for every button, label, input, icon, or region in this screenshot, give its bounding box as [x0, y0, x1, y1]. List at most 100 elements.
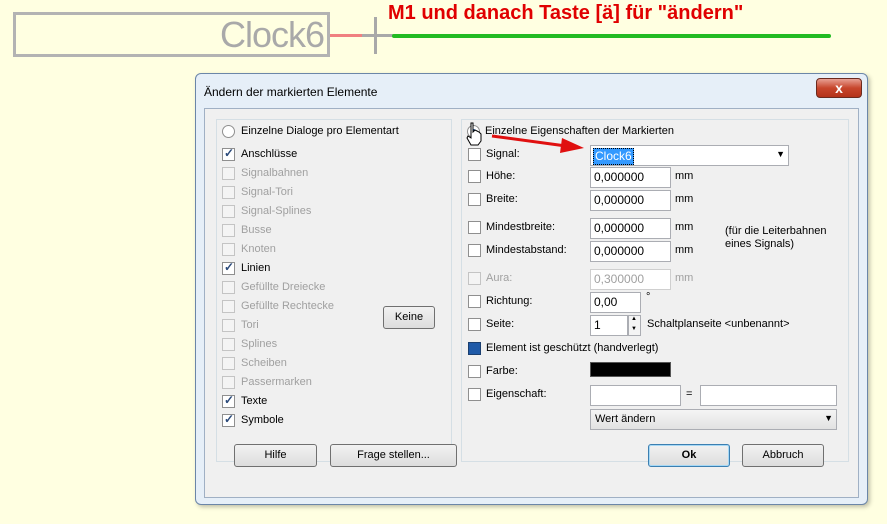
signal-combo[interactable]: Clock6 ▼	[590, 145, 789, 166]
signal-wire[interactable]	[392, 34, 831, 38]
element-type-label: Passermarken	[241, 376, 312, 388]
seite-checkbox[interactable]	[468, 318, 481, 331]
close-button[interactable]: x	[816, 78, 862, 98]
element-type-label: Busse	[241, 224, 272, 236]
mindestabstand-input[interactable]: 0,000000	[590, 241, 671, 262]
mindestbreite-input[interactable]: 0,000000	[590, 218, 671, 239]
properties-panel: Einzelne Eigenschaften der Markierten Si…	[461, 119, 849, 462]
pin-cross-vertical	[374, 17, 377, 54]
element-type-checkbox[interactable]	[222, 338, 235, 351]
eigenschaft-checkbox[interactable]	[468, 388, 481, 401]
spin-up-icon[interactable]: ▲	[631, 316, 637, 322]
breite-unit: mm	[675, 193, 694, 205]
farbe-swatch[interactable]	[590, 362, 671, 377]
element-type-checkbox[interactable]	[222, 224, 235, 237]
element-type-label: Signal-Tori	[241, 186, 293, 198]
element-type-label: Gefüllte Rechtecke	[241, 300, 334, 312]
trace-hint-line1: (für die Leiterbahnen	[725, 225, 827, 237]
mindestabstand-unit: mm	[675, 244, 694, 256]
signal-combo-value: Clock6	[593, 148, 634, 165]
frage-stellen-button[interactable]: Frage stellen...	[330, 444, 457, 467]
hilfe-button[interactable]: Hilfe	[234, 444, 317, 467]
element-type-checkbox[interactable]	[222, 205, 235, 218]
eigenschaft-name-input[interactable]	[590, 385, 681, 406]
richtung-input[interactable]: 0,00	[590, 292, 641, 313]
seite-spinner[interactable]: ▲ ▼	[628, 315, 641, 336]
mindestbreite-label: Mindestbreite:	[486, 221, 556, 233]
element-type-label: Signalbahnen	[241, 167, 309, 179]
mode-left-radio[interactable]	[222, 125, 235, 138]
element-type-label: Knoten	[241, 243, 276, 255]
component-label: Clock6	[220, 14, 325, 55]
element-type-checkbox[interactable]	[222, 412, 235, 427]
eigenschaft-label: Eigenschaft:	[486, 388, 547, 400]
element-type-label: Scheiben	[241, 357, 287, 369]
aura-checkbox[interactable]	[468, 272, 481, 285]
dialog-client: Einzelne Dialoge pro Elementart Anschlüs…	[204, 108, 859, 498]
element-type-checkbox[interactable]	[222, 300, 235, 313]
richtung-label: Richtung:	[486, 295, 533, 307]
element-type-checkbox[interactable]	[222, 393, 235, 408]
signal-label: Signal:	[486, 148, 520, 160]
equals-sign: =	[686, 388, 693, 400]
ok-button-label: Ok	[681, 449, 697, 461]
breite-label: Breite:	[486, 193, 518, 205]
ok-button[interactable]: Ok	[648, 444, 730, 467]
seite-label: Seite:	[486, 318, 515, 330]
mindestabstand-label: Mindestabstand:	[486, 244, 567, 256]
signal-checkbox[interactable]	[468, 148, 481, 161]
element-type-checkbox[interactable]	[222, 167, 235, 180]
hoehe-checkbox[interactable]	[468, 170, 481, 183]
instruction-annotation: M1 und danach Taste [ä] für "ändern"	[388, 2, 744, 24]
hoehe-input[interactable]: 0,000000	[590, 167, 671, 188]
geschuetzt-checkbox[interactable]	[468, 342, 481, 355]
element-type-checkbox[interactable]	[222, 281, 235, 294]
degree-symbol: °	[646, 291, 651, 303]
mindestbreite-checkbox[interactable]	[468, 221, 481, 234]
farbe-label: Farbe:	[486, 365, 518, 377]
hoehe-label: Höhe:	[486, 170, 516, 182]
element-type-checkbox[interactable]	[222, 357, 235, 370]
farbe-checkbox[interactable]	[468, 365, 481, 378]
element-type-checkbox[interactable]	[222, 319, 235, 332]
dialog-titlebar[interactable]: Ändern der markierten Elemente x	[196, 74, 867, 108]
element-type-checkbox[interactable]	[222, 186, 235, 199]
element-type-label: Linien	[241, 262, 271, 274]
mindestabstand-checkbox[interactable]	[468, 244, 481, 257]
element-type-label: Gefüllte Dreiecke	[241, 281, 326, 293]
element-type-label: Splines	[241, 338, 278, 350]
spin-down-icon[interactable]: ▼	[631, 326, 637, 332]
dialog-title: Ändern der markierten Elemente	[204, 85, 378, 99]
element-type-checkbox[interactable]	[222, 260, 235, 275]
keine-button[interactable]: Keine	[383, 306, 435, 329]
aura-label: Aura:	[486, 272, 513, 284]
element-type-panel: Einzelne Dialoge pro Elementart Anschlüs…	[216, 119, 452, 462]
seite-hint: Schaltplanseite <unbenannt>	[647, 318, 790, 330]
trace-hint-line2: eines Signals)	[725, 238, 795, 250]
element-type-checkbox[interactable]	[222, 243, 235, 256]
element-type-label: Anschlüsse	[241, 148, 298, 160]
abbruch-button-label: Abbruch	[762, 449, 804, 461]
aura-unit: mm	[675, 272, 694, 284]
hilfe-button-label: Hilfe	[264, 449, 287, 461]
element-type-label: Signal-Splines	[241, 205, 312, 217]
hoehe-unit: mm	[675, 170, 694, 182]
wert-aendern-value: Wert ändern	[595, 413, 656, 425]
eigenschaft-value-input[interactable]	[700, 385, 837, 406]
edit-dialog: Ändern der markierten Elemente x Einzeln…	[195, 73, 868, 505]
chevron-down-icon: ▼	[776, 149, 785, 159]
geschuetzt-label: Element ist geschützt (handverlegt)	[486, 342, 659, 354]
hand-cursor-icon	[466, 122, 482, 146]
breite-checkbox[interactable]	[468, 193, 481, 206]
breite-input[interactable]: 0,000000	[590, 190, 671, 211]
element-type-checkbox[interactable]	[222, 376, 235, 389]
aura-input[interactable]: 0,300000	[590, 269, 671, 290]
wert-aendern-combo[interactable]: Wert ändern ▼	[590, 409, 837, 430]
element-type-label: Texte	[241, 395, 268, 407]
abbruch-button[interactable]: Abbruch	[742, 444, 824, 467]
seite-input[interactable]: 1	[590, 315, 628, 336]
pin-cross-horizontal	[362, 34, 394, 37]
element-type-checkbox[interactable]	[222, 146, 235, 161]
signal-stub	[330, 34, 364, 37]
richtung-checkbox[interactable]	[468, 295, 481, 308]
